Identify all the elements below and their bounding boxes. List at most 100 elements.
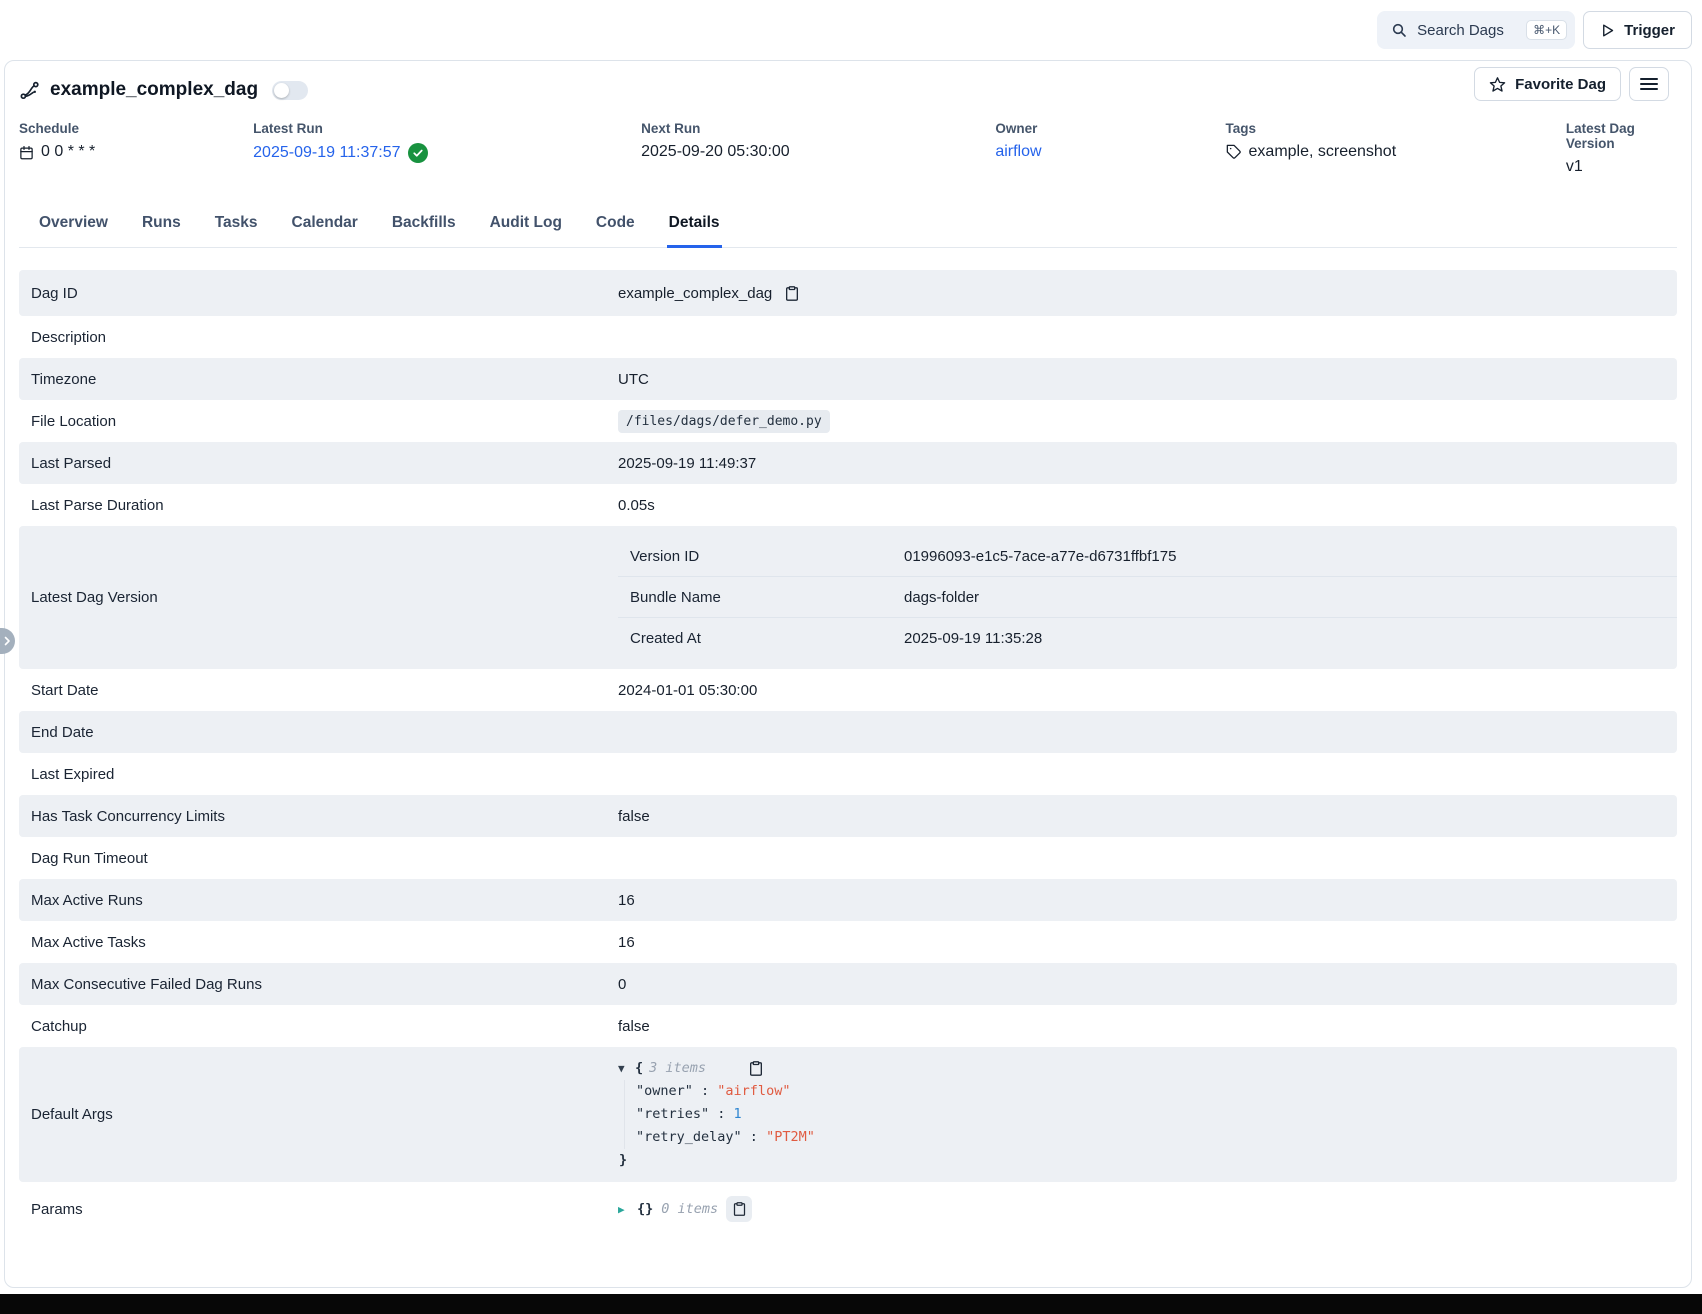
row-label: End Date	[19, 713, 618, 752]
row-catchup: Catchup false	[19, 1005, 1677, 1047]
info-next-run: Next Run 2025-09-20 05:30:00	[641, 121, 995, 176]
info-tags: Tags example, screenshot	[1226, 121, 1566, 176]
dag-tabs: Overview Runs Tasks Calendar Backfills A…	[19, 204, 1677, 248]
json-separator: :	[709, 1106, 733, 1122]
header-actions: Favorite Dag	[1474, 67, 1669, 101]
params-json-viewer: ▶ {} 0 items	[618, 1186, 1677, 1232]
nested-row-bundle-name: Bundle Name dags-folder	[618, 577, 1677, 618]
favorite-dag-button[interactable]: Favorite Dag	[1474, 67, 1621, 101]
json-key: "owner"	[636, 1083, 693, 1099]
schedule-label: Schedule	[19, 121, 253, 136]
row-max-active-runs: Max Active Runs 16	[19, 879, 1677, 921]
nested-row-version-id: Version ID 01996093-e1c5-7ace-a77e-d6731…	[618, 536, 1677, 577]
collapse-caret-icon[interactable]: ▼	[618, 1057, 629, 1080]
search-shortcut-badge: ⌘+K	[1526, 20, 1567, 40]
next-run-label: Next Run	[641, 121, 995, 136]
json-items-count: 0 items	[661, 1198, 718, 1221]
json-open-brace: {	[635, 1057, 643, 1080]
latest-run-label: Latest Run	[253, 121, 641, 136]
hamburger-icon	[1640, 77, 1658, 91]
airflow-dag-details-page: Search Dags ⌘+K Trigger	[0, 0, 1702, 1314]
tab-overview[interactable]: Overview	[37, 204, 110, 248]
row-last-expired: Last Expired	[19, 753, 1677, 795]
row-value: UTC	[618, 371, 649, 388]
row-label: Latest Dag Version	[19, 578, 618, 617]
row-label: File Location	[19, 402, 618, 441]
json-separator: :	[693, 1083, 717, 1099]
row-value: 2024-01-01 05:30:00	[618, 682, 757, 699]
copy-params-button[interactable]	[726, 1196, 752, 1222]
dag-card: example_complex_dag Favorite Dag	[4, 60, 1692, 1288]
latest-run-link[interactable]: 2025-09-19 11:37:57	[253, 144, 400, 162]
play-icon	[1600, 23, 1615, 38]
row-label: Max Consecutive Failed Dag Runs	[19, 965, 618, 1004]
json-empty-object: {}	[637, 1198, 653, 1221]
json-entry: "retry_delay" : "PT2M"	[636, 1126, 1677, 1149]
info-owner: Owner airflow	[995, 121, 1225, 176]
json-value: "airflow"	[717, 1083, 790, 1099]
row-label: Default Args	[19, 1095, 618, 1134]
owner-link[interactable]: airflow	[995, 143, 1041, 161]
trigger-button[interactable]: Trigger	[1583, 11, 1692, 49]
tab-tasks[interactable]: Tasks	[213, 204, 260, 248]
next-run-value: 2025-09-20 05:30:00	[641, 143, 790, 161]
tab-runs[interactable]: Runs	[140, 204, 183, 248]
search-input[interactable]: Search Dags ⌘+K	[1377, 11, 1575, 49]
latest-dag-version-label: Latest Dag Version	[1566, 121, 1677, 151]
json-value: "PT2M"	[766, 1129, 815, 1145]
nested-value: 2025-09-19 11:35:28	[904, 630, 1677, 647]
row-value: false	[618, 808, 650, 825]
run-success-badge	[408, 143, 428, 163]
favorite-dag-label: Favorite Dag	[1515, 76, 1606, 93]
tab-backfills[interactable]: Backfills	[390, 204, 458, 248]
tab-calendar[interactable]: Calendar	[290, 204, 360, 248]
json-key: "retries"	[636, 1106, 709, 1122]
latest-dag-version-table: Version ID 01996093-e1c5-7ace-a77e-d6731…	[618, 526, 1677, 669]
tab-code[interactable]: Code	[594, 204, 637, 248]
row-start-date: Start Date 2024-01-01 05:30:00	[19, 669, 1677, 711]
nested-value: dags-folder	[904, 589, 1677, 606]
nested-label: Bundle Name	[618, 589, 904, 606]
row-file-location: File Location /files/dags/defer_demo.py	[19, 400, 1677, 442]
row-last-parsed: Last Parsed 2025-09-19 11:49:37	[19, 442, 1677, 484]
row-label: Timezone	[19, 360, 618, 399]
row-dag-run-timeout: Dag Run Timeout	[19, 837, 1677, 879]
dag-pause-toggle[interactable]	[272, 81, 308, 100]
tab-audit-log[interactable]: Audit Log	[488, 204, 564, 248]
tags-label: Tags	[1226, 121, 1566, 136]
row-label: Has Task Concurrency Limits	[19, 797, 618, 836]
row-value: 16	[618, 934, 635, 951]
row-params: Params ▶ {} 0 items	[19, 1182, 1677, 1236]
search-icon	[1391, 22, 1407, 38]
row-value: false	[618, 1018, 650, 1035]
tab-details[interactable]: Details	[667, 204, 722, 248]
row-label: Dag Run Timeout	[19, 839, 618, 878]
file-location-value: /files/dags/defer_demo.py	[618, 410, 830, 433]
nested-label: Version ID	[618, 548, 904, 565]
row-label: Start Date	[19, 671, 618, 710]
info-schedule: Schedule 0 0 * * *	[19, 121, 253, 176]
row-label: Params	[19, 1190, 618, 1229]
expand-caret-icon[interactable]: ▶	[618, 1198, 629, 1221]
row-label: Max Active Runs	[19, 881, 618, 920]
schedule-value: 0 0 * * *	[41, 143, 95, 161]
copy-default-args-button[interactable]	[746, 1058, 766, 1079]
row-value: 0.05s	[618, 497, 655, 514]
details-table: Dag ID example_complex_dag Description T…	[19, 270, 1677, 1236]
row-value: 2025-09-19 11:49:37	[618, 455, 756, 472]
row-label: Last Parsed	[19, 444, 618, 483]
dag-options-menu-button[interactable]	[1629, 67, 1669, 101]
default-args-json-viewer: ▼ { 3 items "owner" : "airflow" "retries…	[618, 1047, 1677, 1182]
chevron-right-icon	[1, 635, 13, 647]
dag-title-row: example_complex_dag	[19, 71, 1677, 109]
star-icon	[1489, 76, 1506, 93]
row-label: Last Expired	[19, 755, 618, 794]
copy-dag-id-button[interactable]	[782, 283, 802, 304]
info-latest-dag-version: Latest Dag Version v1	[1566, 121, 1677, 176]
dag-header: example_complex_dag Favorite Dag	[5, 61, 1691, 248]
tag-icon	[1226, 144, 1242, 160]
json-separator: :	[742, 1129, 766, 1145]
search-placeholder: Search Dags	[1417, 22, 1516, 39]
row-default-args: Default Args ▼ { 3 items "owner" : "ai	[19, 1047, 1677, 1182]
json-entry: "owner" : "airflow"	[636, 1080, 1677, 1103]
